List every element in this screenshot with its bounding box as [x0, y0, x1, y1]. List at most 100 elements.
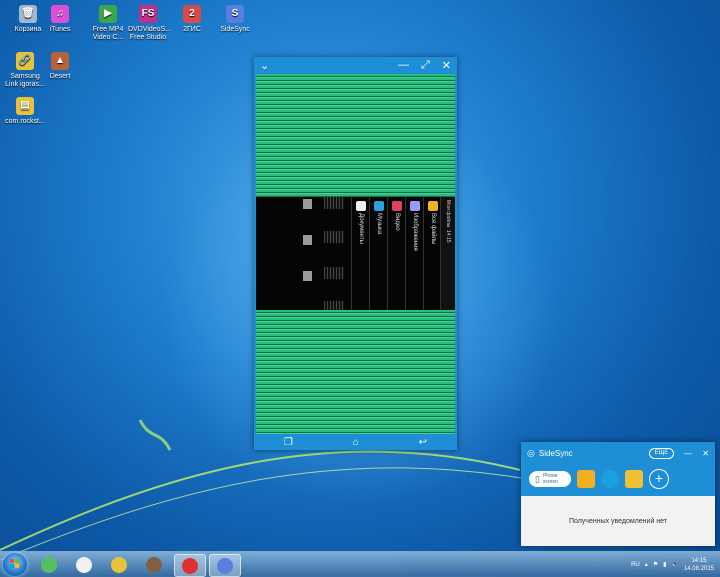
file-thumbnail[interactable]: [303, 235, 312, 245]
sidesync-notification-panel: ◎ SideSync ЕЩЕ — ✕ ▯ Phone screen + Полу…: [521, 442, 715, 546]
desktop-icon-label: SideSync: [220, 26, 250, 33]
phone-screen-button[interactable]: ▯ Phone screen: [529, 471, 571, 487]
phone-icon: ▯: [535, 474, 540, 484]
chevron-up-icon[interactable]: ▴: [645, 561, 648, 568]
notification-header: ◎ SideSync ЕЩЕ — ✕: [521, 442, 715, 464]
category-icon: [356, 201, 366, 211]
file-thumbnail[interactable]: [324, 301, 344, 310]
status-clock: 14:15: [445, 230, 451, 243]
home-icon[interactable]: ⌂: [353, 437, 359, 448]
more-button[interactable]: ЕЩЕ: [648, 447, 675, 459]
start-button[interactable]: [3, 553, 27, 576]
category-label: Видео: [394, 213, 400, 231]
category-label: Музыка: [376, 213, 382, 235]
desktop-icon[interactable]: 2 2ГИС: [172, 5, 212, 34]
mp4-converter-icon: ▶: [99, 5, 117, 23]
media-player-icon[interactable]: [600, 470, 619, 488]
sims-taskbar-button[interactable]: [34, 554, 64, 575]
close-icon[interactable]: ✕: [702, 449, 709, 458]
game-character-icon: [146, 556, 162, 573]
flag-icon[interactable]: ⚑: [653, 561, 658, 568]
phone-nav-bar: ❐ ⌂ ↩: [254, 434, 457, 450]
category-label: Все файлы: [430, 213, 436, 245]
desert-image-icon: ▲: [51, 52, 69, 70]
desktop-icon[interactable]: 🔗 Samsung Link igoras...: [5, 52, 45, 89]
desktop-icon[interactable]: FS DVDVideoS... Free Studio: [128, 5, 172, 42]
file-thumbnail[interactable]: [324, 197, 344, 209]
sidesync-logo-icon: ◎: [527, 447, 535, 458]
sidesync-taskbar-button[interactable]: [209, 554, 241, 577]
desktop-icon-label: Desert: [49, 73, 71, 80]
recent-apps-icon[interactable]: ❐: [284, 437, 293, 448]
status-title: Мои файлы: [445, 200, 451, 228]
windows-media-player-taskbar-button[interactable]: [69, 554, 99, 575]
file-thumbnail[interactable]: [303, 271, 312, 281]
minimize-icon[interactable]: —: [398, 59, 409, 72]
back-icon[interactable]: ↩: [419, 437, 427, 448]
volume-icon[interactable]: 🔈: [671, 561, 678, 568]
desktop-icon[interactable]: ▶ Free MP4 Video C...: [88, 5, 128, 42]
category-icon: [392, 201, 402, 211]
phone-file-browser[interactable]: Документы Музыка Видео Изображения Все файлы…: [256, 197, 455, 310]
desktop-icon[interactable]: ▤ com.rockst...: [5, 97, 45, 126]
phone-screen-label: Phone screen: [542, 473, 558, 485]
file-thumbnail[interactable]: [324, 267, 344, 279]
language-indicator[interactable]: RU: [631, 562, 640, 568]
itunes-icon: ♫: [51, 5, 69, 23]
folder-icon: ▤: [16, 97, 34, 115]
desktop-icon[interactable]: ♫ iTunes: [40, 5, 80, 34]
desktop-icon-label: 2ГИС: [183, 26, 201, 33]
desktop-icon-label: Free MP4 Video C...: [92, 26, 124, 41]
sims-icon: [41, 556, 57, 573]
game-character-taskbar-button[interactable]: [139, 554, 169, 575]
category-item[interactable]: Изображения: [405, 197, 424, 310]
notification-title: SideSync: [538, 448, 573, 458]
minimize-icon[interactable]: —: [684, 449, 692, 458]
category-item[interactable]: Видео: [387, 197, 406, 310]
phone-status-bar: Мои файлы 14:15: [440, 197, 455, 310]
phone-window-titlebar[interactable]: ⌄ — ⤢ ✕: [254, 57, 457, 73]
desktop-icon-label: iTunes: [49, 26, 71, 33]
category-item[interactable]: Музыка: [369, 197, 388, 310]
fullscreen-icon[interactable]: ⤢: [421, 59, 430, 72]
clock[interactable]: 14:15 14.08.2015: [684, 557, 714, 573]
system-tray: RU ▴ ⚑ ▮ 🔈 14:15 14.08.2015: [631, 552, 720, 577]
add-shortcut-icon[interactable]: +: [648, 469, 669, 489]
sidesync-phone-window[interactable]: ⌄ — ⤢ ✕ Документы Музыка Видео Изображения В…: [254, 57, 457, 450]
notification-toolbar: ▯ Phone screen +: [521, 464, 715, 494]
category-icon: [428, 201, 438, 211]
notification-empty-state: Полученных уведомлений нет: [521, 496, 715, 546]
sidesync-icon: [217, 557, 233, 574]
yandex-browser-icon: [182, 557, 198, 574]
file-thumbnail[interactable]: [303, 199, 312, 209]
category-label: Изображения: [412, 213, 418, 251]
category-item[interactable]: Документы: [351, 197, 370, 310]
desktop-icon-label: com.rockst...: [5, 118, 45, 125]
file-explorer-icon: [111, 556, 127, 573]
category-icon: [410, 201, 420, 211]
clock-time: 14:15: [691, 557, 707, 564]
desktop-icon[interactable]: ▲ Desert: [40, 52, 80, 81]
recycle-bin-icon: 🗑: [19, 5, 37, 23]
close-icon[interactable]: ✕: [442, 59, 451, 72]
chevron-down-icon[interactable]: ⌄: [260, 59, 269, 72]
windows-logo-icon: [10, 559, 20, 569]
folder-icon[interactable]: [576, 470, 595, 488]
category-label: Документы: [358, 213, 364, 244]
free-studio-icon: FS: [139, 5, 157, 23]
gallery-icon[interactable]: [624, 470, 643, 488]
2gis-icon: 2: [183, 5, 201, 23]
network-icon[interactable]: ▮: [663, 561, 666, 568]
desktop-icon-label: Samsung Link igoras...: [5, 73, 45, 88]
yandex-browser-taskbar-button[interactable]: [174, 554, 206, 577]
samsung-link-icon: 🔗: [16, 52, 34, 70]
file-explorer-taskbar-button[interactable]: [104, 554, 134, 575]
category-icon: [374, 201, 384, 211]
desktop-icon[interactable]: S SideSync: [215, 5, 255, 34]
taskbar: RU ▴ ⚑ ▮ 🔈 14:15 14.08.2015: [0, 551, 720, 577]
empty-notifications-text: Полученных уведомлений нет: [568, 517, 668, 525]
sidesync-icon: S: [226, 5, 244, 23]
desktop-icon-label: DVDVideoS... Free Studio: [128, 26, 172, 41]
windows-media-player-icon: [76, 556, 92, 573]
file-thumbnail[interactable]: [324, 231, 344, 243]
